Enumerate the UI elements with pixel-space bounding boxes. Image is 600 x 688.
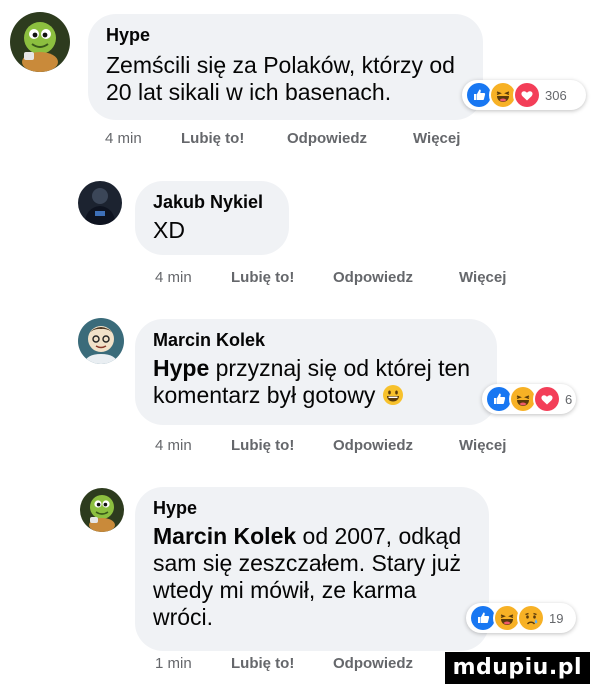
reply-link[interactable]: Odpowiedz xyxy=(333,269,413,286)
timestamp[interactable]: 4 min xyxy=(105,130,142,147)
timestamp[interactable]: 4 min xyxy=(155,269,192,286)
mention-link[interactable]: Hype xyxy=(153,355,209,381)
like-link[interactable]: Lubię to! xyxy=(231,655,294,672)
comment-bubble: Marcin Kolek Hype przyznaj się od której… xyxy=(135,319,497,425)
cartoon-avatar[interactable] xyxy=(78,318,124,364)
reply-link[interactable]: Odpowiedz xyxy=(287,130,367,147)
comment-author[interactable]: Jakub Nykiel xyxy=(153,191,289,213)
comment-text: XD xyxy=(153,217,185,243)
watermark-logo: mdupiu.pl xyxy=(444,652,590,684)
more-link[interactable]: Więcej xyxy=(459,437,506,454)
timestamp[interactable]: 1 min xyxy=(155,655,192,672)
sad-icon xyxy=(517,604,545,632)
love-icon xyxy=(513,81,541,109)
love-icon xyxy=(533,385,561,413)
more-link[interactable]: Więcej xyxy=(459,269,506,286)
reaction-count: 6 xyxy=(565,391,573,407)
turtle-avatar[interactable] xyxy=(80,488,124,532)
reaction-count: 306 xyxy=(545,87,567,103)
turtle-avatar[interactable] xyxy=(10,12,70,72)
comment-author[interactable]: Hype xyxy=(106,24,483,46)
reaction-count: 19 xyxy=(549,610,564,626)
timestamp[interactable]: 4 min xyxy=(155,437,192,454)
comment-bubble: Jakub Nykiel XD xyxy=(135,181,289,255)
comment-author[interactable]: Marcin Kolek xyxy=(153,329,497,351)
more-link[interactable]: Więcej xyxy=(413,130,460,147)
reaction-summary[interactable]: 19 xyxy=(466,603,576,633)
comment-bubble: Hype Zemścili się za Polaków, którzy od … xyxy=(88,14,483,120)
comment-text: Hype przyznaj się od której ten komentar… xyxy=(153,355,471,408)
person-avatar[interactable] xyxy=(78,181,122,225)
comment-author[interactable]: Hype xyxy=(153,497,489,519)
like-link[interactable]: Lubię to! xyxy=(231,437,294,454)
comment-text: Zemścili się za Polaków, którzy od 20 la… xyxy=(106,52,455,105)
mention-link[interactable]: Marcin Kolek xyxy=(153,523,296,549)
reply-link[interactable]: Odpowiedz xyxy=(333,655,413,672)
reply-link[interactable]: Odpowiedz xyxy=(333,437,413,454)
like-link[interactable]: Lubię to! xyxy=(231,269,294,286)
reaction-summary[interactable]: 306 xyxy=(462,80,586,110)
reaction-summary[interactable]: 6 xyxy=(482,384,576,414)
grin-emoji-icon xyxy=(382,384,404,406)
comment-bubble: Hype Marcin Kolek od 2007, odkąd sam się… xyxy=(135,487,489,651)
comment-text: Marcin Kolek od 2007, odkąd sam się zesz… xyxy=(153,523,462,630)
like-link[interactable]: Lubię to! xyxy=(181,130,244,147)
